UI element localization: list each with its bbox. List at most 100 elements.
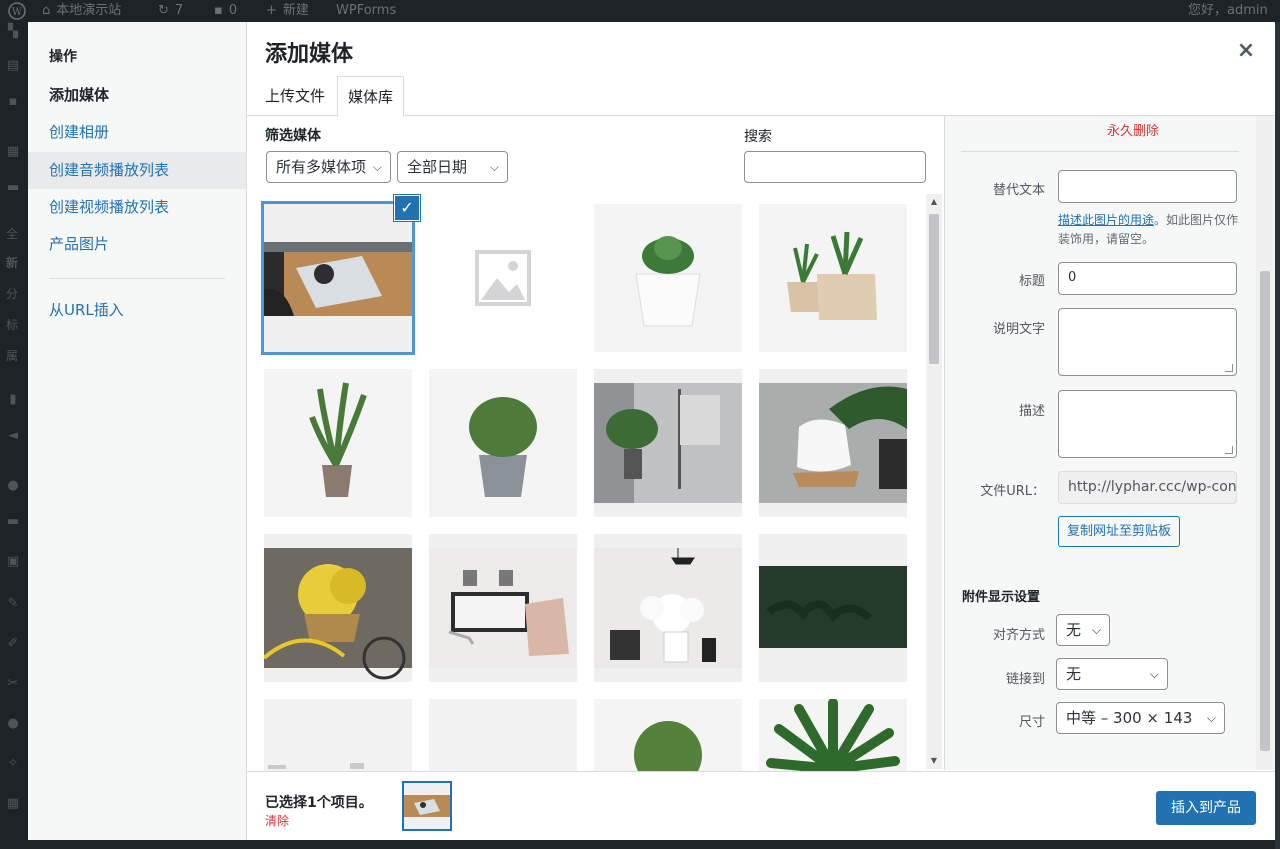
- alignment-select[interactable]: 无 ⌵: [1056, 614, 1110, 646]
- pages-icon[interactable]: ▬: [4, 180, 22, 196]
- details-scrollbar-thumb[interactable]: [1260, 271, 1270, 751]
- media-toolbar: 已选择1个项目。 清除 插入到产品: [247, 771, 1275, 840]
- resize-handle-icon[interactable]: [1225, 446, 1233, 454]
- menu-text-fragment: 标: [6, 318, 19, 332]
- caption-textarea[interactable]: [1058, 308, 1237, 376]
- menu-item-product-image[interactable]: 产品图片: [28, 226, 246, 263]
- attachment-light-1[interactable]: [264, 699, 412, 771]
- title-label: 标题: [1018, 274, 1045, 289]
- white-flowers-thumbnail: [594, 534, 742, 682]
- succulent-thumbnail: [594, 204, 742, 352]
- grid-scrollbar-thumb[interactable]: [929, 214, 939, 364]
- settings-icon[interactable]: ▦: [4, 796, 22, 812]
- description-textarea[interactable]: [1058, 390, 1237, 458]
- megaphone-icon[interactable]: ◄: [4, 428, 22, 444]
- menu-item-audio-playlist[interactable]: 创建音频播放列表: [28, 152, 246, 189]
- link-to-select[interactable]: 无 ⌵: [1056, 658, 1168, 690]
- attachment-dracaena[interactable]: [759, 699, 907, 771]
- scissors-icon[interactable]: ✂: [4, 676, 22, 692]
- dark-leaves-thumbnail: [759, 534, 907, 682]
- attachment-white-chair[interactable]: [759, 369, 907, 517]
- posts-icon[interactable]: ▤: [4, 58, 22, 74]
- copy-url-button[interactable]: 复制网址至剪贴板: [1058, 516, 1181, 547]
- attachment-living-room[interactable]: [429, 534, 577, 682]
- menu-item-create-gallery[interactable]: 创建相册: [28, 114, 246, 151]
- site-name-link[interactable]: ⌂ 本地演示站: [42, 0, 121, 22]
- alt-text-help-link[interactable]: 描述此图片的用途: [1058, 213, 1154, 227]
- chevron-down-icon: ⌵: [1091, 623, 1101, 637]
- scroll-down-icon[interactable]: ▼: [926, 753, 942, 769]
- resize-handle-icon[interactable]: [1225, 364, 1233, 372]
- living-room-thumbnail: [429, 534, 577, 682]
- comments-link[interactable]: ▪ 0: [214, 0, 237, 22]
- comments-menu-icon[interactable]: ▪: [4, 94, 22, 110]
- two-plants-thumbnail: [759, 204, 907, 352]
- alt-text-input[interactable]: [1058, 170, 1237, 203]
- circle-e-icon[interactable]: ●: [4, 478, 22, 494]
- white-chair-thumbnail: [759, 369, 907, 517]
- attachment-snake-plant[interactable]: [264, 369, 412, 517]
- modal-title: 添加媒体: [265, 42, 354, 67]
- attachment-dark-leaves[interactable]: [759, 534, 907, 682]
- menu-item-insert-from-url[interactable]: 从URL插入: [28, 292, 246, 329]
- attachment-placeholder[interactable]: [429, 204, 577, 352]
- wpforms-label: WPForms: [336, 3, 397, 18]
- admin-bar: W ⌂ 本地演示站 ↻ 7 ▪ 0 + 新建 WPForms 您好，admin: [0, 0, 1280, 22]
- close-icon[interactable]: ×: [1226, 36, 1266, 66]
- scroll-up-icon[interactable]: ▲: [926, 194, 942, 210]
- dashboard-icon[interactable]: ▚: [4, 24, 22, 40]
- tab-upload-files[interactable]: 上传文件: [255, 76, 335, 116]
- details-scrollbar[interactable]: [1256, 116, 1274, 770]
- updates-link[interactable]: ↻ 7: [158, 0, 183, 22]
- media-type-filter[interactable]: 所有多媒体项 ⌵: [266, 151, 391, 183]
- user-icon[interactable]: ●: [4, 716, 22, 732]
- menu-text-fragment: 新: [6, 256, 19, 270]
- menu-item-add-media[interactable]: 添加媒体: [28, 77, 246, 114]
- size-select[interactable]: 中等 – 300 × 143 ⌵: [1056, 702, 1225, 734]
- clear-selection-link[interactable]: 清除: [265, 812, 289, 829]
- attachment-phone-on-desk[interactable]: [264, 204, 412, 352]
- size-value: 中等 – 300 × 143: [1066, 709, 1193, 727]
- attachment-round-bush[interactable]: [594, 699, 742, 771]
- form-icon[interactable]: ▣: [4, 554, 22, 570]
- account-link[interactable]: 您好，admin: [1188, 0, 1268, 22]
- attachment-details: 永久删除 替代文本 描述此图片的用途。如此图片仅作装饰用，请留空。 标题 0 说…: [944, 116, 1275, 770]
- brush-icon[interactable]: ✎: [4, 596, 22, 612]
- file-url-input[interactable]: http://lyphar.ccc/wp-content/uploads/: [1058, 471, 1237, 504]
- round-bush-thumbnail: [594, 699, 742, 771]
- grid-scrollbar[interactable]: ▲ ▼: [926, 194, 942, 769]
- date-filter[interactable]: 全部日期 ⌵: [397, 151, 508, 183]
- dracaena-thumbnail: [759, 699, 907, 771]
- menu-heading: 操作: [49, 49, 77, 65]
- page-edge: [1275, 22, 1280, 849]
- wordpress-logo-icon[interactable]: W: [8, 0, 26, 22]
- attachment-yellow-flowers[interactable]: [264, 534, 412, 682]
- attachment-two-plants[interactable]: [759, 204, 907, 352]
- menu-text-fragment: 全: [6, 227, 19, 241]
- selected-attachment-thumbnail[interactable]: [402, 781, 452, 831]
- light-image-thumbnail: [429, 699, 577, 771]
- folder-icon[interactable]: ▬: [4, 514, 22, 530]
- wrench-icon[interactable]: ✧: [4, 756, 22, 772]
- attachment-rosemary[interactable]: [429, 369, 577, 517]
- title-input[interactable]: 0: [1058, 262, 1237, 295]
- attachment-light-2[interactable]: [429, 699, 577, 771]
- attachment-room-plant[interactable]: [594, 369, 742, 517]
- plus-icon: +: [266, 3, 277, 18]
- new-content-link[interactable]: + 新建: [266, 0, 309, 22]
- insert-into-product-button[interactable]: 插入到产品: [1156, 791, 1256, 825]
- delete-permanently-link[interactable]: 永久删除: [1107, 120, 1159, 139]
- snake-plant-thumbnail: [264, 369, 412, 517]
- chevron-down-icon: ⌵: [1149, 667, 1159, 681]
- room-plant-thumbnail: [594, 369, 742, 517]
- menu-item-video-playlist[interactable]: 创建视频播放列表: [28, 189, 246, 226]
- checkmark-icon[interactable]: ✓: [394, 195, 420, 221]
- chart-icon[interactable]: ▮: [4, 392, 22, 408]
- media-icon[interactable]: ▦: [4, 144, 22, 160]
- attachment-white-flowers[interactable]: [594, 534, 742, 682]
- plugin-icon[interactable]: ✐: [4, 636, 22, 652]
- attachment-succulent[interactable]: [594, 204, 742, 352]
- wpforms-link[interactable]: WPForms: [336, 0, 396, 22]
- search-input[interactable]: [744, 151, 926, 183]
- tab-media-library[interactable]: 媒体库: [337, 76, 405, 117]
